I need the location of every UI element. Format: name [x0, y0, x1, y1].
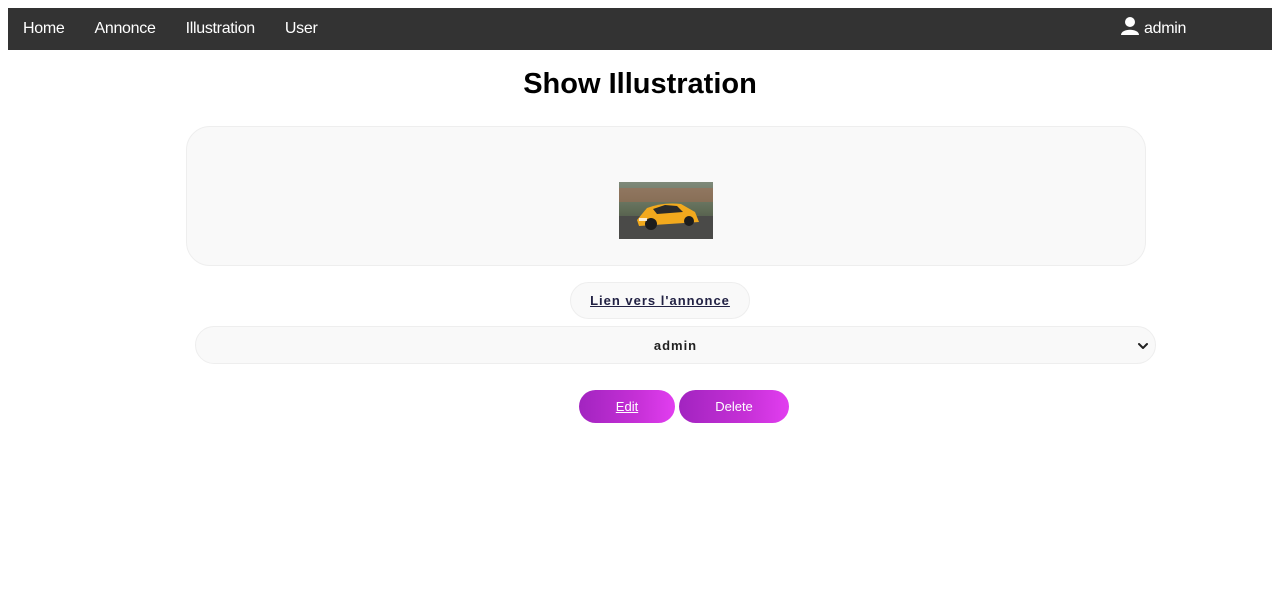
annonce-link-pill: Lien vers l'annonce	[570, 282, 750, 319]
nav-user-name: admin	[1144, 20, 1187, 37]
chevron-down-icon	[1138, 343, 1148, 349]
nav-link-home[interactable]: Home	[8, 8, 79, 50]
nav-user-menu[interactable]: admin	[1120, 8, 1186, 50]
illustration-image	[619, 182, 713, 239]
nav-link-user[interactable]: User	[270, 8, 333, 50]
delete-button[interactable]: Delete	[679, 390, 789, 423]
page-title: Show Illustration	[523, 68, 757, 100]
nav-link-annonce[interactable]: Annonce	[79, 8, 170, 50]
edit-button[interactable]: Edit	[579, 390, 675, 423]
top-navbar: Home Annonce Illustration User admin	[8, 8, 1272, 50]
user-select[interactable]: admin	[195, 326, 1156, 364]
user-icon	[1121, 17, 1139, 35]
nav-link-illustration[interactable]: Illustration	[171, 8, 270, 50]
user-select-value: admin	[653, 337, 698, 353]
annonce-link[interactable]: Lien vers l'annonce	[590, 293, 730, 308]
